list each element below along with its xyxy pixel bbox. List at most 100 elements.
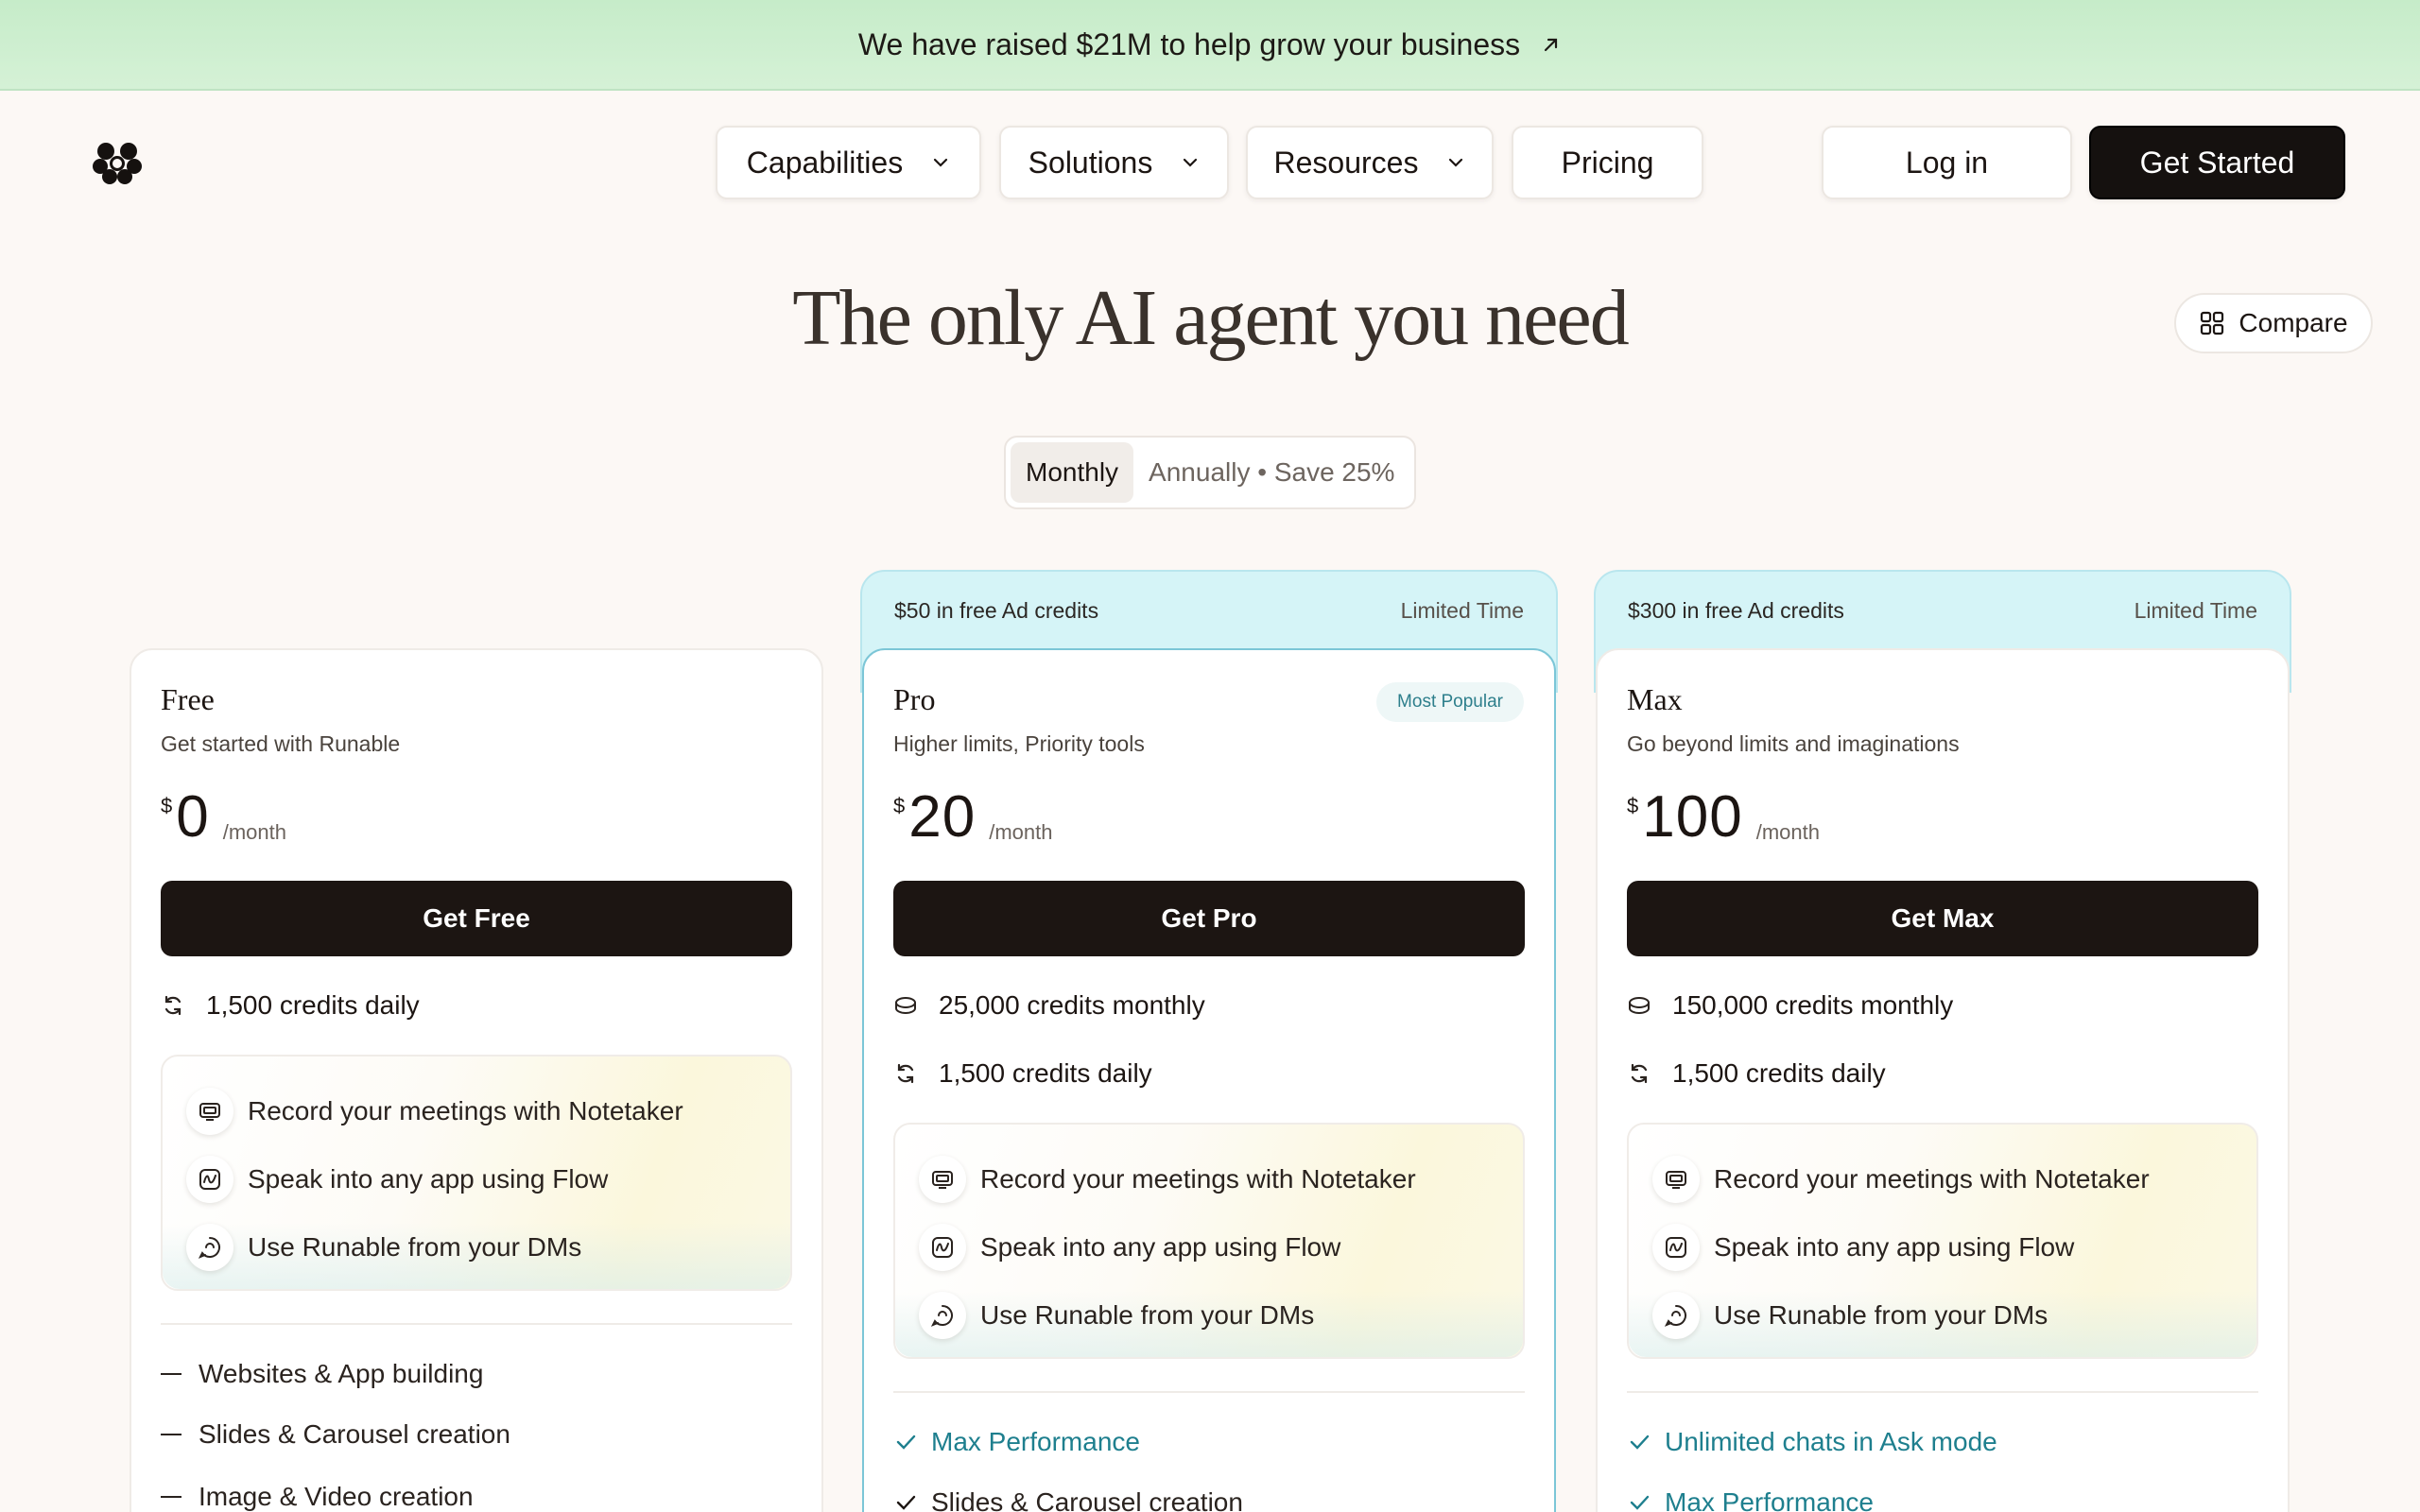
dash-icon — [161, 1496, 182, 1498]
list-text: Max Performance — [1665, 1487, 1874, 1512]
feature-text: Record your meetings with Notetaker — [1714, 1164, 2150, 1194]
list-text: Unlimited chats in Ask mode — [1665, 1427, 1997, 1456]
compare-button[interactable]: Compare — [2174, 293, 2373, 353]
nav-solutions-label: Solutions — [1028, 145, 1153, 180]
feature-item: Record your meetings with Notetaker — [895, 1145, 1523, 1213]
credit-text: 25,000 credits monthly — [939, 990, 1205, 1020]
runable-logo-icon[interactable] — [93, 140, 142, 185]
billing-monthly-option[interactable]: Monthly — [1011, 442, 1134, 503]
feature-text: Use Runable from your DMs — [1714, 1300, 2048, 1330]
nav-solutions[interactable]: Solutions — [999, 126, 1229, 199]
plan-subtitle: Get started with Runable — [161, 731, 401, 756]
plan-card-max: Max Go beyond limits and imaginations $ … — [1596, 648, 2290, 1512]
feature-text: Speak into any app using Flow — [1714, 1232, 2075, 1262]
feature-item: Record your meetings with Notetaker — [1629, 1145, 2256, 1213]
check-icon — [1630, 1495, 1650, 1510]
list-text: Slides & Carousel creation — [931, 1487, 1243, 1512]
divider — [893, 1391, 1525, 1393]
credit-line: 25,000 credits monthly — [893, 987, 1205, 1024]
price-currency: $ — [161, 794, 173, 817]
feature-item: Speak into any app using Flow — [895, 1213, 1523, 1281]
flow-icon — [186, 1156, 233, 1203]
nav-capabilities-label: Capabilities — [746, 145, 904, 180]
plan-name: Pro — [893, 682, 936, 716]
credit-line: 150,000 credits monthly — [1627, 987, 1953, 1024]
plan-price: $ 0 /month — [161, 788, 286, 847]
nav-capabilities[interactable]: Capabilities — [716, 126, 981, 199]
nav-resources-label: Resources — [1273, 145, 1419, 180]
feature-text: Use Runable from your DMs — [248, 1232, 582, 1262]
flow-icon — [1652, 1224, 1700, 1271]
billing-annually-option[interactable]: Annually • Save 25% — [1133, 457, 1394, 488]
get-started-button[interactable]: Get Started — [2089, 126, 2345, 199]
page-title: The only AI agent you need — [792, 274, 1629, 362]
divider — [161, 1323, 792, 1325]
plan-card-pro: Pro Most Popular Higher limits, Priority… — [862, 648, 1556, 1512]
chevron-down-icon — [1184, 158, 1198, 167]
coin-icon — [895, 997, 916, 1015]
price-currency: $ — [1627, 794, 1639, 817]
check-icon — [1630, 1435, 1650, 1450]
notetaker-icon — [1652, 1156, 1700, 1203]
list-item: Max Performance — [893, 1423, 1140, 1461]
credit-text: 150,000 credits monthly — [1672, 990, 1954, 1020]
price-period: /month — [222, 820, 286, 844]
feature-item: Use Runable from your DMs — [895, 1281, 1523, 1349]
credit-text: 1,500 credits daily — [1672, 1058, 1886, 1088]
get-pro-button[interactable]: Get Pro — [893, 881, 1525, 956]
get-max-button[interactable]: Get Max — [1627, 881, 2258, 956]
login-button[interactable]: Log in — [1822, 126, 2072, 199]
list-text: Image & Video creation — [199, 1482, 474, 1511]
plan-subtitle: Higher limits, Priority tools — [893, 731, 1145, 756]
feature-text: Record your meetings with Notetaker — [980, 1164, 1416, 1194]
list-item: Slides & Carousel creation — [161, 1416, 510, 1453]
get-free-button[interactable]: Get Free — [161, 881, 792, 956]
feature-box: Record your meetings with Notetaker Spea… — [893, 1123, 1525, 1359]
refresh-icon — [1631, 1063, 1648, 1084]
notetaker-icon — [919, 1156, 966, 1203]
plan-card-free: Free Get started with Runable $ 0 /month… — [130, 648, 823, 1512]
nav-resources[interactable]: Resources — [1246, 126, 1494, 199]
price-amount: 100 — [1642, 784, 1743, 850]
grid-icon — [2201, 311, 2224, 335]
credit-line: 1,500 credits daily — [893, 1055, 1152, 1092]
check-icon — [896, 1435, 916, 1450]
credit-text: 1,500 credits daily — [206, 990, 420, 1020]
chat-icon — [1652, 1292, 1700, 1339]
notetaker-icon — [186, 1088, 233, 1135]
price-period: /month — [1755, 820, 1820, 844]
plan-subtitle: Go beyond limits and imaginations — [1627, 731, 1960, 756]
feature-text: Record your meetings with Notetaker — [248, 1096, 683, 1125]
compare-label: Compare — [2238, 308, 2348, 337]
plan-price: $ 20 /month — [893, 788, 1052, 847]
price-amount: 20 — [908, 784, 977, 850]
arrow-up-right-icon — [1545, 38, 1558, 52]
chat-icon — [919, 1292, 966, 1339]
list-item: Websites & App building — [161, 1355, 483, 1393]
chat-icon — [186, 1224, 233, 1271]
list-item: Max Performance — [1627, 1484, 1874, 1512]
feature-text: Speak into any app using Flow — [980, 1232, 1341, 1262]
price-currency: $ — [893, 794, 906, 817]
check-icon — [896, 1495, 916, 1510]
list-item: Slides & Carousel creation — [893, 1484, 1243, 1512]
list-text: Slides & Carousel creation — [199, 1419, 510, 1449]
announcement-banner[interactable]: We have raised $21M to help grow your bu… — [0, 0, 2420, 91]
nav-pricing-label: Pricing — [1561, 145, 1654, 180]
announcement-text: We have raised $21M to help grow your bu… — [857, 26, 1521, 61]
plan-name: Max — [1627, 682, 1683, 716]
feature-item: Speak into any app using Flow — [1629, 1213, 2256, 1281]
list-item: Unlimited chats in Ask mode — [1627, 1423, 1997, 1461]
credit-line: 1,500 credits daily — [1627, 1055, 1886, 1092]
login-label: Log in — [1905, 145, 1989, 180]
price-period: /month — [989, 820, 1053, 844]
dash-icon — [161, 1434, 182, 1435]
billing-toggle: Monthly Annually • Save 25% — [1004, 436, 1416, 509]
nav-pricing[interactable]: Pricing — [1512, 126, 1703, 199]
coin-icon — [1629, 997, 1650, 1015]
plan-name: Free — [161, 682, 215, 716]
list-text: Websites & App building — [199, 1359, 484, 1388]
divider — [1627, 1391, 2258, 1393]
credit-text: 1,500 credits daily — [939, 1058, 1152, 1088]
feature-item: Record your meetings with Notetaker — [163, 1077, 790, 1145]
